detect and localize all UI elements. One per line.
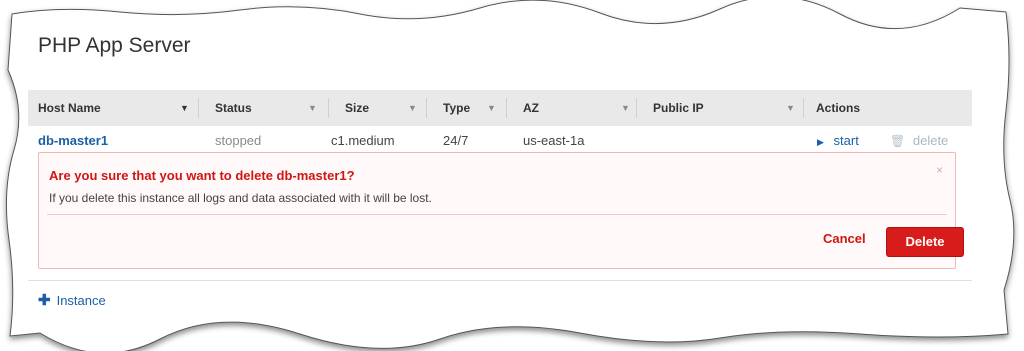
close-icon[interactable]: ×	[936, 163, 943, 177]
type-value: 24/7	[443, 133, 469, 148]
sort-caret-icon[interactable]: ▼	[408, 90, 417, 126]
alert-divider	[47, 214, 947, 215]
host-name-link[interactable]: db-master1	[38, 133, 108, 148]
column-label: AZ	[523, 101, 539, 115]
column-divider	[198, 98, 199, 118]
page-title: PHP App Server	[38, 34, 191, 57]
cancel-button[interactable]: Cancel	[823, 231, 866, 246]
sort-caret-icon[interactable]: ▼	[621, 90, 630, 126]
column-header-az[interactable]: AZ ▼	[523, 90, 633, 126]
column-label: Public IP	[653, 101, 704, 115]
column-divider	[426, 98, 427, 118]
column-label: Actions	[816, 101, 861, 115]
add-instance-label: Instance	[56, 293, 106, 308]
play-icon: ▶	[817, 137, 824, 147]
app-panel: PHP App Server Host Name ▼ Status ▼ Size…	[28, 18, 972, 338]
sort-caret-icon[interactable]: ▼	[180, 90, 189, 126]
start-link[interactable]: start	[834, 133, 859, 148]
column-label: Status	[215, 101, 252, 115]
column-header-host-name[interactable]: Host Name ▼	[38, 90, 189, 126]
column-label: Size	[345, 101, 370, 115]
delete-action[interactable]: 🗑 delete	[890, 133, 948, 148]
add-instance-button[interactable]: ✚ Instance	[38, 291, 106, 309]
alert-message: If you delete this instance all logs and…	[49, 191, 432, 205]
column-label: Type	[443, 101, 471, 115]
column-header-actions: Actions	[816, 90, 896, 126]
column-divider	[328, 98, 329, 118]
alert-title: Are you sure that you want to delete db-…	[49, 168, 355, 183]
delete-link[interactable]: delete	[913, 133, 948, 148]
trash-icon: 🗑	[890, 134, 906, 148]
column-divider	[636, 98, 637, 118]
start-action[interactable]: ▶ start	[817, 133, 859, 148]
column-divider	[803, 98, 804, 118]
sort-caret-icon[interactable]: ▼	[487, 90, 496, 126]
status-value: stopped	[215, 133, 262, 148]
size-value: c1.medium	[331, 133, 395, 148]
confirm-delete-button[interactable]: Delete	[886, 227, 964, 257]
sort-caret-icon[interactable]: ▼	[786, 90, 795, 126]
table-header: Host Name ▼ Status ▼ Size ▼ Type ▼ AZ ▼ …	[28, 90, 972, 126]
divider	[28, 280, 972, 281]
column-header-type[interactable]: Type ▼	[443, 90, 503, 126]
plus-icon: ✚	[38, 292, 51, 309]
column-header-status[interactable]: Status ▼	[215, 90, 325, 126]
sort-caret-icon[interactable]: ▼	[308, 90, 317, 126]
az-value: us-east-1a	[523, 133, 585, 148]
delete-confirmation-alert: Are you sure that you want to delete db-…	[38, 152, 964, 269]
column-divider	[506, 98, 507, 118]
column-label: Host Name	[38, 101, 101, 115]
column-header-public-ip[interactable]: Public IP ▼	[653, 90, 803, 126]
column-header-size[interactable]: Size ▼	[345, 90, 425, 126]
